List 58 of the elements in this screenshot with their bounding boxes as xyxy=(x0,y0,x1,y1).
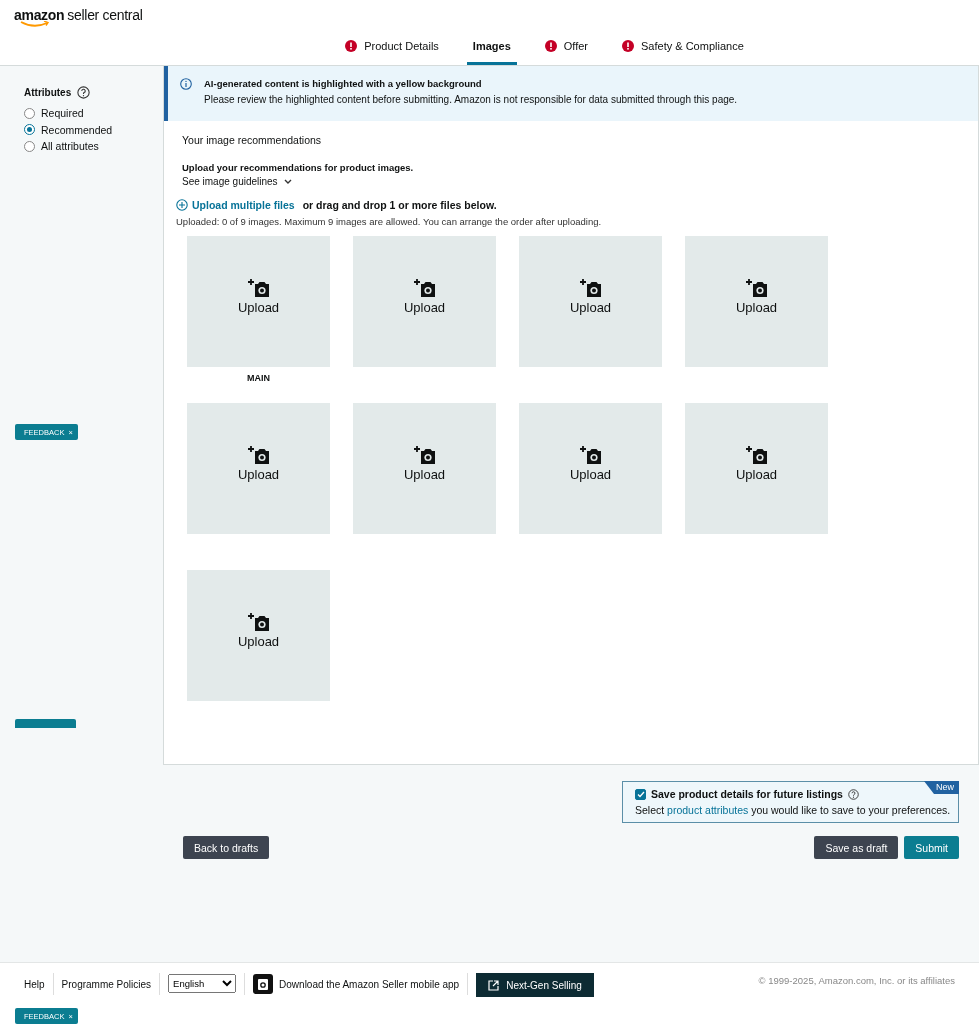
plus-circle-icon xyxy=(176,199,188,211)
radio-button[interactable] xyxy=(24,140,35,152)
banner-text: Please review the highlighted content before submitting. Amazon is not responsible for data submitted through this page. xyxy=(204,94,738,105)
drag-drop-hint: or drag and drop 1 or more files below. xyxy=(302,199,497,211)
language-select[interactable]: English xyxy=(168,974,237,993)
upload-status: Uploaded: 0 of 9 images. Maximum 9 images are allowed. You can arrange the order after uploading. xyxy=(176,216,603,227)
section-heading: Your image recommendations xyxy=(182,134,323,146)
add-photo-icon xyxy=(247,612,270,632)
attributes-title: Attributes xyxy=(24,87,72,98)
step-tab[interactable]: Offer xyxy=(538,30,595,65)
image-upload-tile[interactable]: Upload xyxy=(353,403,496,534)
radio-button[interactable] xyxy=(24,124,35,136)
help-icon[interactable] xyxy=(847,788,859,800)
add-photo-icon xyxy=(413,278,436,298)
attribute-filter-option[interactable]: All attributes xyxy=(24,138,163,155)
banner-title: AI-generated content is highlighted with a yellow background xyxy=(204,78,483,89)
checkbox[interactable] xyxy=(635,788,646,800)
product-attributes-link[interactable]: product attributes xyxy=(667,804,749,816)
chevron-down-icon xyxy=(283,178,292,185)
upload-instructions: Upload your recommendations for product images. xyxy=(182,162,415,173)
image-upload-tile[interactable]: Upload xyxy=(187,403,330,534)
next-gen-selling-button[interactable]: Next-Gen Selling xyxy=(476,973,594,997)
image-upload-tile[interactable]: Upload xyxy=(187,236,330,367)
image-upload-tile[interactable]: Upload xyxy=(519,236,662,367)
copyright-text: © 1999-2025, Amazon.com, Inc. or its affiliates xyxy=(758,975,955,986)
submit-button[interactable]: Submit xyxy=(904,836,959,859)
add-photo-icon xyxy=(579,278,602,298)
add-photo-icon xyxy=(413,445,436,465)
image-upload-tile[interactable]: Upload xyxy=(685,236,828,367)
save-details-text: Select product attributes you would like to save to your preferences. xyxy=(635,804,952,816)
add-photo-icon xyxy=(745,445,768,465)
image-upload-tile[interactable]: Upload xyxy=(187,570,330,701)
attribute-filter-option[interactable]: Recommended xyxy=(24,121,163,138)
mobile-app-link[interactable]: Download the Amazon Seller mobile app xyxy=(244,973,469,995)
upload-multiple-files-link[interactable]: Upload multiple files xyxy=(176,199,295,211)
image-guidelines-link[interactable]: See image guidelines xyxy=(182,176,292,187)
help-icon[interactable] xyxy=(77,86,91,99)
attribute-filter-option[interactable]: Required xyxy=(24,105,163,122)
step-tab[interactable]: Safety & Compliance xyxy=(616,30,750,65)
add-photo-icon xyxy=(579,445,602,465)
image-upload-tile[interactable]: Upload xyxy=(685,403,828,534)
add-photo-icon xyxy=(247,278,270,298)
save-as-draft-button[interactable]: Save as draft xyxy=(814,836,899,859)
main-image-caption: MAIN xyxy=(247,373,270,383)
radio-button[interactable] xyxy=(24,107,35,119)
new-badge: New xyxy=(924,781,959,794)
add-photo-icon xyxy=(247,445,270,465)
info-icon xyxy=(180,78,192,90)
back-to-drafts-button[interactable]: Back to drafts xyxy=(183,836,270,859)
step-tab[interactable]: Product Details xyxy=(339,30,445,65)
add-photo-icon xyxy=(745,278,768,298)
app-icon xyxy=(253,974,274,994)
image-upload-tile[interactable]: Upload xyxy=(353,236,496,367)
image-upload-tile[interactable]: Upload xyxy=(519,403,662,534)
footer-link[interactable]: Programme Policies xyxy=(53,973,161,995)
save-details-title: Save product details for future listings xyxy=(651,788,843,800)
footer-link[interactable]: Help xyxy=(24,973,54,995)
external-link-icon xyxy=(488,979,500,991)
